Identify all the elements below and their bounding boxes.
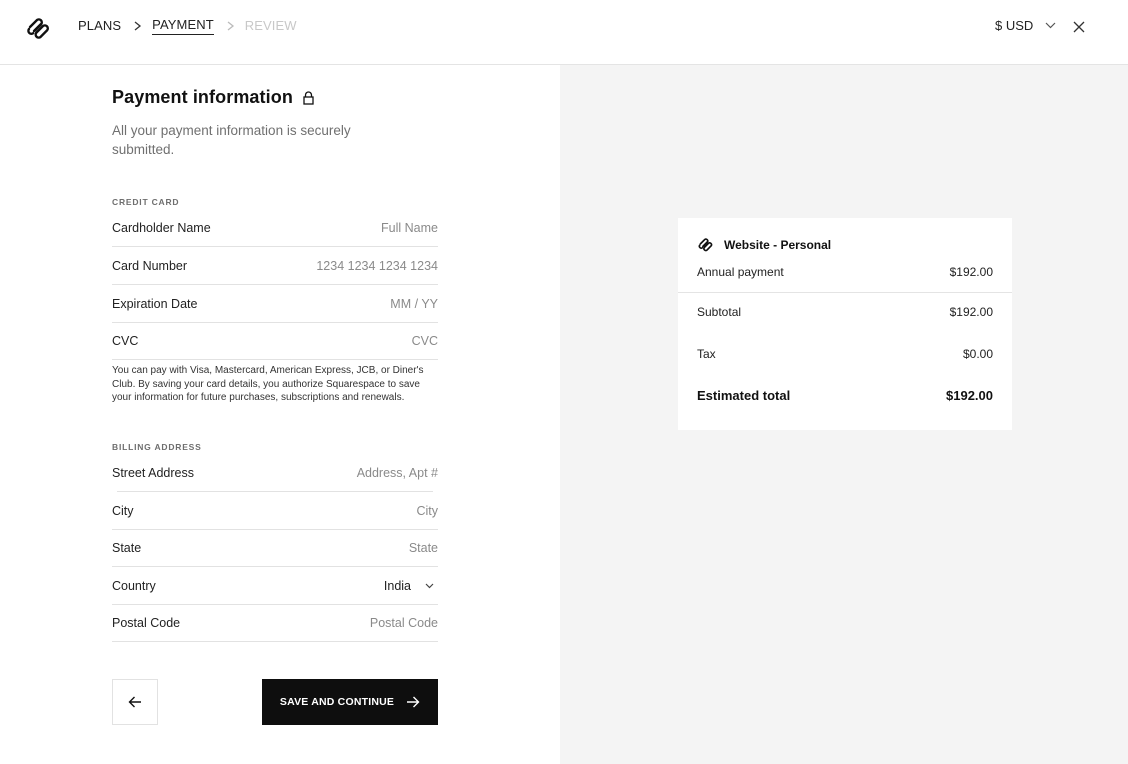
- currency-value: $ USD: [995, 18, 1034, 33]
- row-value: $192.00: [949, 305, 993, 319]
- field-label: Expiration Date: [112, 296, 198, 311]
- chevron-down-icon: [1045, 22, 1056, 29]
- title-row: Payment information: [112, 87, 314, 108]
- field-label: Country: [112, 578, 156, 593]
- arrow-left-icon: [128, 696, 141, 708]
- arrow-right-icon: [407, 696, 420, 708]
- summary-row-tax: Tax $0.00: [697, 347, 993, 361]
- state-input[interactable]: State: [409, 541, 438, 555]
- chevron-right-icon: [227, 21, 234, 31]
- field-label: Card Number: [112, 258, 188, 273]
- country-value: India: [383, 578, 411, 593]
- field-label: Street Address: [112, 466, 194, 480]
- total-value: $192.00: [946, 388, 993, 403]
- plan-header: Website - Personal: [697, 237, 831, 252]
- cvc-input[interactable]: CVC: [412, 334, 438, 348]
- currency-selector[interactable]: $ USD: [995, 18, 1056, 33]
- row-label: Annual payment: [697, 265, 784, 279]
- breadcrumb: PLANS PAYMENT REVIEW: [78, 17, 297, 35]
- page-title: Payment information: [112, 87, 293, 107]
- save-button-label: SAVE AND CONTINUE: [279, 696, 395, 708]
- expiration-date-field[interactable]: Expiration Date MM / YY: [112, 285, 438, 323]
- field-label: City: [112, 503, 134, 518]
- section-label-billing-address: BILLING ADDRESS: [112, 442, 202, 452]
- chevron-down-icon: [425, 583, 434, 588]
- section-label-credit-card: CREDIT CARD: [112, 197, 180, 207]
- postal-code-field[interactable]: Postal Code Postal Code: [112, 604, 438, 642]
- field-label: Cardholder Name: [112, 220, 211, 235]
- squarespace-logo-icon: [698, 238, 713, 252]
- summary-row-subtotal: Subtotal $192.00: [697, 305, 993, 319]
- order-summary-card: Website - Personal Annual payment $192.0…: [678, 218, 1012, 430]
- state-field[interactable]: State State: [112, 529, 438, 567]
- summary-divider: [678, 292, 1012, 293]
- row-label: Tax: [697, 347, 716, 361]
- save-and-continue-button[interactable]: SAVE AND CONTINUE: [262, 679, 438, 725]
- card-number-field[interactable]: Card Number 1234 1234 1234 1234: [112, 247, 438, 285]
- card-disclaimer: You can pay with Visa, Mastercard, Ameri…: [112, 365, 424, 403]
- lock-icon: [303, 90, 314, 105]
- back-button[interactable]: [112, 679, 158, 725]
- row-value: $192.00: [949, 265, 993, 279]
- cardholder-name-field[interactable]: Cardholder Name Full Name: [112, 209, 438, 247]
- row-value: $0.00: [962, 347, 993, 361]
- postal-code-input[interactable]: Postal Code: [370, 616, 438, 630]
- total-label: Estimated total: [697, 388, 791, 403]
- street-address-field[interactable]: Street Address Address, Apt #: [112, 454, 438, 492]
- card-number-input[interactable]: 1234 1234 1234 1234: [316, 259, 438, 273]
- summary-row-estimated-total: Estimated total $192.00: [697, 388, 993, 403]
- squarespace-logo-icon[interactable]: [26, 16, 52, 40]
- country-field[interactable]: Country India: [112, 567, 438, 605]
- plan-name: Website - Personal: [724, 237, 832, 252]
- breadcrumb-payment[interactable]: PAYMENT: [152, 17, 214, 35]
- row-label: Subtotal: [697, 305, 742, 319]
- cardholder-name-input[interactable]: Full Name: [381, 221, 438, 235]
- close-icon[interactable]: [1073, 21, 1085, 33]
- field-label: CVC: [112, 333, 139, 348]
- country-select[interactable]: India: [384, 579, 438, 593]
- page-subtitle: All your payment information is securely…: [112, 123, 351, 157]
- chevron-right-icon: [134, 21, 142, 31]
- top-header: PLANS PAYMENT REVIEW $ USD: [0, 0, 1128, 65]
- city-field[interactable]: City City: [112, 492, 438, 530]
- field-label: State: [112, 540, 142, 555]
- summary-row-annual-payment: Annual payment $192.00: [697, 265, 993, 279]
- breadcrumb-review: REVIEW: [244, 17, 297, 33]
- cvc-field[interactable]: CVC CVC: [112, 322, 438, 360]
- city-input[interactable]: City: [416, 504, 438, 518]
- breadcrumb-plans[interactable]: PLANS: [78, 18, 121, 35]
- field-label: Postal Code: [112, 615, 181, 630]
- street-address-input[interactable]: Address, Apt #: [357, 466, 438, 480]
- expiration-date-input[interactable]: MM / YY: [390, 297, 438, 311]
